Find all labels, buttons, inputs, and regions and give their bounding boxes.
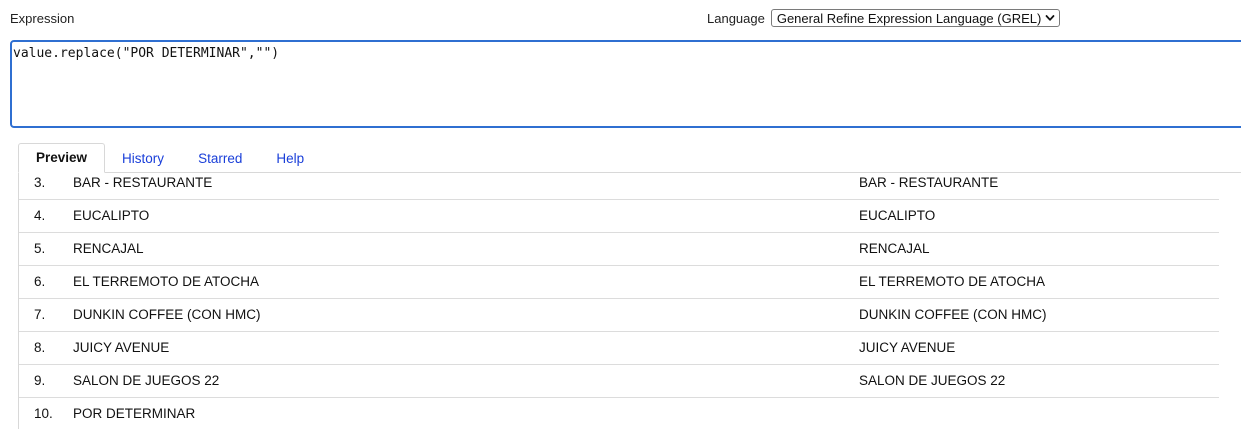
language-label: Language bbox=[707, 10, 765, 26]
expression-label: Expression bbox=[10, 11, 75, 26]
row-index: 5. bbox=[34, 241, 46, 256]
row-original-value: EL TERREMOTO DE ATOCHA bbox=[73, 274, 260, 289]
row-result-value: JUICY AVENUE bbox=[859, 340, 956, 355]
row-index: 7. bbox=[34, 307, 46, 322]
table-row: 5. RENCAJAL RENCAJAL bbox=[19, 233, 1219, 266]
table-row: 10. POR DETERMINAR bbox=[19, 398, 1219, 429]
row-index: 3. bbox=[34, 175, 46, 190]
language-selected-value: General Refine Expression Language (GREL… bbox=[776, 10, 1042, 26]
language-select[interactable]: General Refine Expression Language (GREL… bbox=[770, 9, 1061, 27]
chevron-down-icon bbox=[1045, 15, 1055, 21]
row-result-value: EUCALIPTO bbox=[859, 208, 936, 223]
tab-history[interactable]: History bbox=[105, 145, 181, 173]
row-index: 9. bbox=[34, 373, 46, 388]
table-row: 8. JUICY AVENUE JUICY AVENUE bbox=[19, 332, 1219, 365]
tab-starred[interactable]: Starred bbox=[181, 145, 259, 173]
row-result-value: DUNKIN COFFEE (CON HMC) bbox=[859, 307, 1047, 322]
row-result-value: SALON DE JUEGOS 22 bbox=[859, 373, 1006, 388]
row-index: 8. bbox=[34, 340, 46, 355]
row-original-value: POR DETERMINAR bbox=[73, 406, 196, 421]
row-result-value: EL TERREMOTO DE ATOCHA bbox=[859, 274, 1046, 289]
table-row: 7. DUNKIN COFFEE (CON HMC) DUNKIN COFFEE… bbox=[19, 299, 1219, 332]
preview-tabs: Preview History Starred Help bbox=[18, 143, 321, 173]
table-row: 9. SALON DE JUEGOS 22 SALON DE JUEGOS 22 bbox=[19, 365, 1219, 398]
row-index: 10. bbox=[34, 406, 53, 421]
row-original-value: JUICY AVENUE bbox=[73, 340, 170, 355]
table-row: 6. EL TERREMOTO DE ATOCHA EL TERREMOTO D… bbox=[19, 266, 1219, 299]
row-index: 4. bbox=[34, 208, 46, 223]
language-picker: Language General Refine Expression Langu… bbox=[707, 9, 1061, 27]
expression-input[interactable]: value.replace("POR DETERMINAR","") bbox=[10, 40, 1241, 128]
preview-table: 3. BAR - RESTAURANTE BAR - RESTAURANTE 4… bbox=[19, 173, 1219, 429]
row-index: 6. bbox=[34, 274, 46, 289]
row-original-value: SALON DE JUEGOS 22 bbox=[73, 373, 220, 388]
row-original-value: BAR - RESTAURANTE bbox=[73, 175, 213, 190]
row-original-value: DUNKIN COFFEE (CON HMC) bbox=[73, 307, 261, 322]
preview-pane[interactable]: 3. BAR - RESTAURANTE BAR - RESTAURANTE 4… bbox=[18, 172, 1241, 429]
row-original-value: EUCALIPTO bbox=[73, 208, 150, 223]
table-row: 4. EUCALIPTO EUCALIPTO bbox=[19, 200, 1219, 233]
tab-help[interactable]: Help bbox=[259, 145, 321, 173]
row-result-value: BAR - RESTAURANTE bbox=[859, 175, 999, 190]
table-row: 3. BAR - RESTAURANTE BAR - RESTAURANTE bbox=[19, 173, 1219, 200]
row-original-value: RENCAJAL bbox=[73, 241, 144, 256]
row-result-value: RENCAJAL bbox=[859, 241, 930, 256]
tab-preview[interactable]: Preview bbox=[18, 143, 106, 173]
